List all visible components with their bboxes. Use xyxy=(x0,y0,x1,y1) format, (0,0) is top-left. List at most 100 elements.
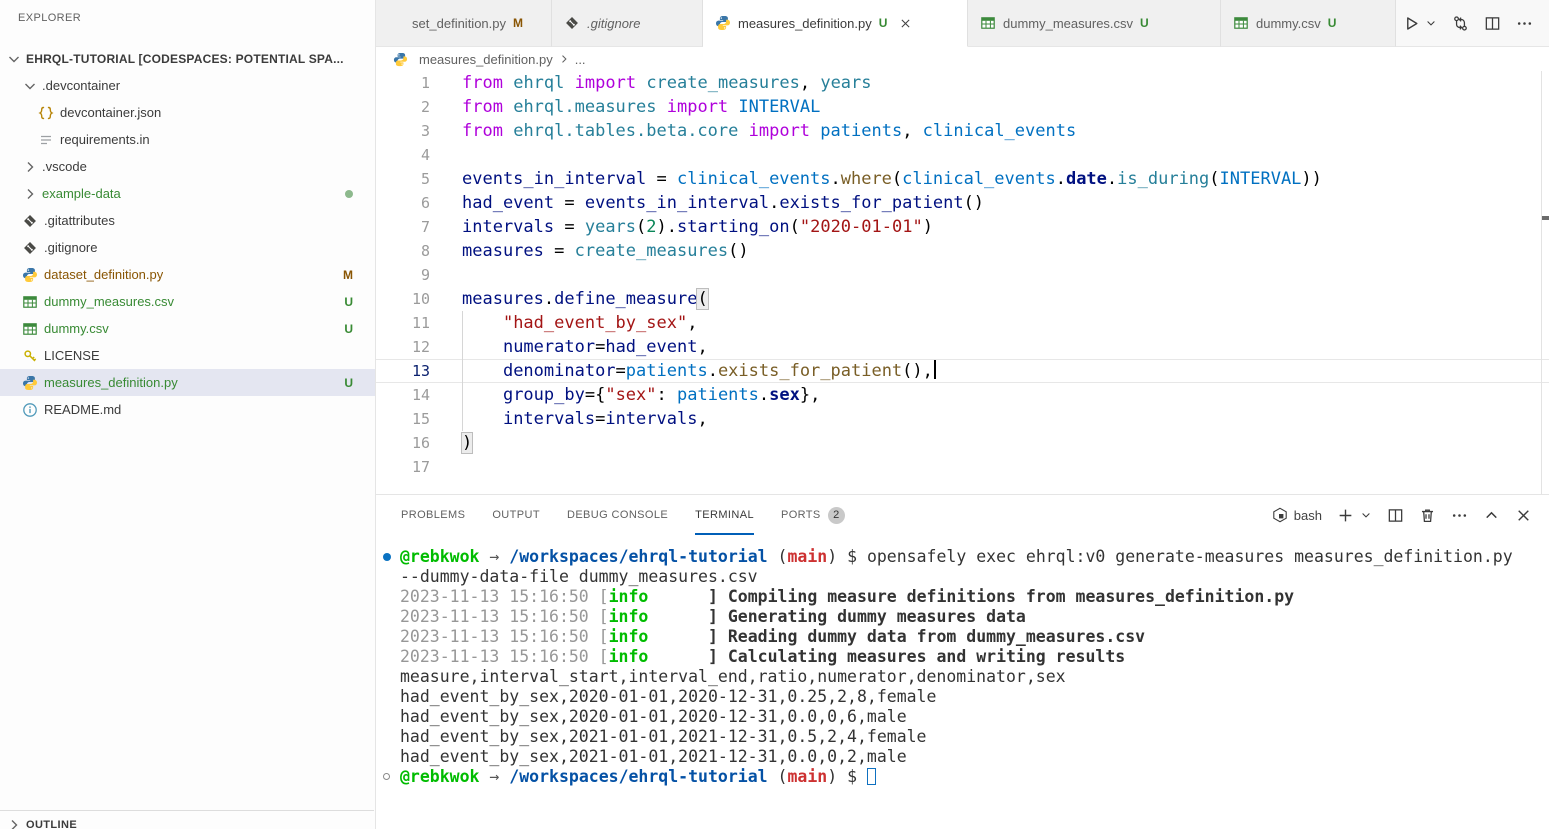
line-number[interactable]: 3 xyxy=(376,119,430,143)
line-number[interactable]: 8 xyxy=(376,239,430,263)
line-number[interactable]: 17 xyxy=(376,455,430,479)
line-number[interactable]: 11 xyxy=(376,311,430,335)
chevron-up-icon[interactable] xyxy=(1483,507,1500,524)
code-line-2[interactable]: 2from ehrql.measures import INTERVAL xyxy=(376,95,1549,119)
line-number[interactable]: 14 xyxy=(376,383,430,407)
line-number[interactable]: 15 xyxy=(376,407,430,431)
breadcrumb-file[interactable]: measures_definition.py xyxy=(419,52,553,67)
tree-item-label: dummy.csv xyxy=(44,321,109,336)
tree-item-gitignore[interactable]: .gitignore xyxy=(0,234,375,261)
info-icon xyxy=(22,402,38,418)
tree-item-dataset-definition-py[interactable]: dataset_definition.pyM xyxy=(0,261,375,288)
tree-item-label: EHRQL-TUTORIAL [CODESPACES: POTENTIAL SP… xyxy=(26,52,344,66)
line-number[interactable]: 16 xyxy=(376,431,430,455)
line-number[interactable]: 2 xyxy=(376,95,430,119)
terminal-line: @rebkwok → /workspaces/ehrql-tutorial (m… xyxy=(400,547,1549,567)
tree-item-devcontainer[interactable]: .devcontainer xyxy=(0,72,375,99)
tree-item-label: .gitignore xyxy=(44,240,97,255)
tree-item-requirements-in[interactable]: requirements.in xyxy=(0,126,375,153)
tab-gitignore[interactable]: .gitignore xyxy=(552,0,703,47)
code-line-17[interactable]: 17 xyxy=(376,455,1549,479)
code-line-10[interactable]: 10measures.define_measure( xyxy=(376,287,1549,311)
code-line-11[interactable]: 11 "had_event_by_sex", xyxy=(376,311,1549,335)
code-line-16[interactable]: 16) xyxy=(376,431,1549,455)
terminal-line: had_event_by_sex,2021-01-01,2021-12-31,0… xyxy=(400,727,1549,747)
tab-measures-definition-py[interactable]: measures_definition.pyU xyxy=(703,0,968,47)
panel-header: PROBLEMS OUTPUT DEBUG CONSOLE TERMINAL PORTS… xyxy=(376,495,1549,535)
code-line-3[interactable]: 3from ehrql.tables.beta.core import pati… xyxy=(376,119,1549,143)
tree-item-gitattributes[interactable]: .gitattributes xyxy=(0,207,375,234)
tree-item-devcontainer-json[interactable]: devcontainer.json xyxy=(0,99,375,126)
tab-dummy-csv[interactable]: dummy.csvU xyxy=(1221,0,1396,47)
code-line-13[interactable]: 13 denominator=patients.exists_for_patie… xyxy=(376,359,1549,383)
code-line-content: "had_event_by_sex", xyxy=(462,311,1549,335)
tree-item-license[interactable]: LICENSE xyxy=(0,342,375,369)
code-line-content: intervals=intervals, xyxy=(462,407,1549,431)
terminal-line: 2023-11-13 15:16:50 [info ] Compiling me… xyxy=(400,587,1549,607)
tree-item-example-data[interactable]: example-data xyxy=(0,180,375,207)
key-icon xyxy=(22,348,38,364)
panel-tab-ports[interactable]: PORTS2 xyxy=(781,495,845,535)
command-decoration-dot-hollow xyxy=(383,773,390,780)
open-changes-icon[interactable] xyxy=(1452,15,1469,32)
ellipsis-icon[interactable] xyxy=(1451,507,1468,524)
line-number[interactable]: 7 xyxy=(376,215,430,239)
terminal-line: 2023-11-13 15:16:50 [info ] Reading dumm… xyxy=(400,627,1549,647)
terminal-output[interactable]: @rebkwok → /workspaces/ehrql-tutorial (m… xyxy=(376,541,1549,829)
tree-item-ehrql-tutorial-codespaces-potential-spa[interactable]: EHRQL-TUTORIAL [CODESPACES: POTENTIAL SP… xyxy=(0,45,375,72)
python-file-icon xyxy=(715,15,731,31)
line-number[interactable]: 4 xyxy=(376,143,430,167)
code-line-12[interactable]: 12 numerator=had_event, xyxy=(376,335,1549,359)
terminal-line: had_event_by_sex,2020-01-01,2020-12-31,0… xyxy=(400,707,1549,727)
line-number[interactable]: 12 xyxy=(376,335,430,359)
breadcrumb-more[interactable]: ... xyxy=(575,52,586,67)
git-status-badge: M xyxy=(343,268,353,282)
terminal-line: 2023-11-13 15:16:50 [info ] Generating d… xyxy=(400,607,1549,627)
ellipsis-icon[interactable] xyxy=(1516,15,1533,32)
explorer-title: EXPLORER xyxy=(18,12,81,24)
git-status-badge: U xyxy=(879,16,888,30)
line-number[interactable]: 5 xyxy=(376,167,430,191)
line-number[interactable]: 13 xyxy=(376,359,430,383)
code-line-7[interactable]: 7intervals = years(2).starting_on("2020-… xyxy=(376,215,1549,239)
tree-item-readme-md[interactable]: README.md xyxy=(0,396,375,423)
code-line-5[interactable]: 5events_in_interval = clinical_events.wh… xyxy=(376,167,1549,191)
line-number[interactable]: 6 xyxy=(376,191,430,215)
code-line-6[interactable]: 6had_event = events_in_interval.exists_f… xyxy=(376,191,1549,215)
code-editor[interactable]: 1from ehrql import create_measures, year… xyxy=(376,71,1549,494)
code-line-4[interactable]: 4 xyxy=(376,143,1549,167)
panel-tab-output[interactable]: OUTPUT xyxy=(492,495,540,535)
tree-item-vscode[interactable]: .vscode xyxy=(0,153,375,180)
chevron-down-icon[interactable] xyxy=(1360,509,1372,521)
panel-tab-terminal[interactable]: TERMINAL xyxy=(695,495,754,535)
tree-item-dummy-csv[interactable]: dummy.csvU xyxy=(0,315,375,342)
panel-tab-problems[interactable]: PROBLEMS xyxy=(401,495,465,535)
line-number[interactable]: 1 xyxy=(376,71,430,95)
tree-item-dummy-measures-csv[interactable]: dummy_measures.csvU xyxy=(0,288,375,315)
explorer-more-actions-icon[interactable] xyxy=(341,10,357,26)
code-line-14[interactable]: 14 group_by={"sex": patients.sex}, xyxy=(376,383,1549,407)
code-line-9[interactable]: 9 xyxy=(376,263,1549,287)
line-number[interactable]: 10 xyxy=(376,287,430,311)
tree-item-measures-definition-py[interactable]: measures_definition.pyU xyxy=(0,369,375,396)
close-icon[interactable] xyxy=(1515,507,1532,524)
close-icon[interactable] xyxy=(896,14,914,32)
panel-tab-debug-console[interactable]: DEBUG CONSOLE xyxy=(567,495,668,535)
code-line-1[interactable]: 1from ehrql import create_measures, year… xyxy=(376,71,1549,95)
trash-icon[interactable] xyxy=(1419,507,1436,524)
play-icon[interactable] xyxy=(1403,15,1420,32)
tab-label: dummy.csv xyxy=(1256,16,1321,31)
tab-dummy-measures-csv[interactable]: dummy_measures.csvU xyxy=(968,0,1221,47)
terminal-shell-selector[interactable]: bash xyxy=(1272,507,1322,523)
code-line-15[interactable]: 15 intervals=intervals, xyxy=(376,407,1549,431)
chevron-down-icon[interactable] xyxy=(1425,17,1437,29)
tree-item-label: devcontainer.json xyxy=(60,105,161,120)
outline-section-header[interactable]: OUTLINE xyxy=(0,810,374,829)
tree-item-label: README.md xyxy=(44,402,121,417)
split-editor-icon[interactable] xyxy=(1484,15,1501,32)
line-number[interactable]: 9 xyxy=(376,263,430,287)
plus-icon[interactable] xyxy=(1337,507,1354,524)
code-line-8[interactable]: 8measures = create_measures() xyxy=(376,239,1549,263)
tab-set-definition-py[interactable]: set_definition.pyM xyxy=(376,0,552,47)
split-editor-icon[interactable] xyxy=(1387,507,1404,524)
